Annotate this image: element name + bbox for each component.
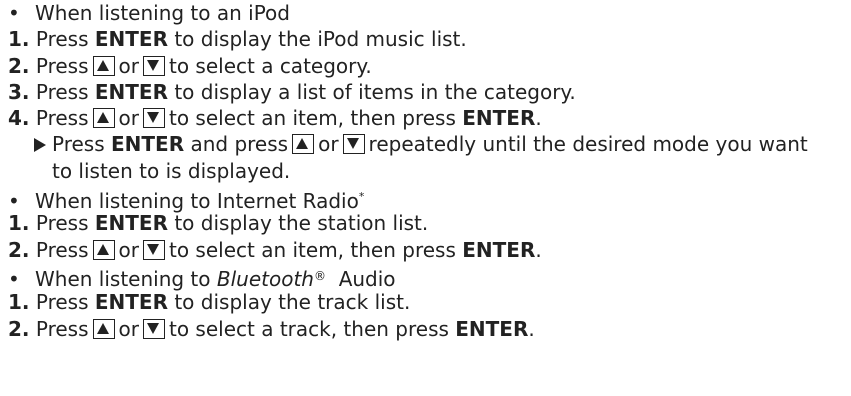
ipod-step-2: 2. Press or to select a category. [8,53,848,79]
step-number: 3. [8,79,30,104]
step-text: to select a track, then press [168,316,449,341]
step-number: 4. [8,106,30,131]
step-text: to select a category. [168,53,372,78]
note-text: Press [52,132,105,157]
radio-step-2: 2. Press or to select an item, then press … [8,237,848,263]
or-text: or [118,106,139,131]
ipod-note: Press ENTER and press or repeatedly until … [8,131,848,157]
bluetooth-step-1: 1. Press ENTER to display the track list… [8,289,848,315]
enter-key-label: ENTER [94,79,168,104]
bluetooth-step-2: 2. Press or to select a track, then press … [8,316,848,342]
step-end: . [535,106,542,131]
enter-key-label: ENTER [462,237,536,262]
step-number: 2. [8,237,30,262]
registered-mark: ® [313,268,326,283]
step-text: Press [35,27,89,52]
down-arrow-button-icon [142,55,165,76]
step-number: 2. [8,316,30,341]
right-triangle-pointer-icon [34,138,46,153]
step-text: to select an item, then press [168,237,456,262]
up-arrow-button-icon [92,108,115,129]
down-arrow-button-icon [142,108,165,129]
step-text: to display the iPod music list. [174,27,467,52]
down-arrow-button-icon [142,318,165,339]
step-text: to display a list of items in the catego… [174,79,576,104]
down-arrow-button-icon [342,134,365,155]
step-text: Press [35,79,89,104]
ipod-step-4: 4. Press or to select an item, then press … [8,105,848,131]
down-arrow-button-icon [142,239,165,260]
step-text: to select an item, then press [168,106,456,131]
step-number: 2. [8,53,30,78]
up-arrow-button-icon [292,134,315,155]
or-text: or [118,237,139,262]
up-arrow-button-icon [92,55,115,76]
step-text: Press [35,237,89,262]
enter-key-label: ENTER [111,132,185,157]
or-text: or [118,316,139,341]
heading-text: When listening to [35,266,211,291]
enter-key-label: ENTER [462,106,536,131]
enter-key-label: ENTER [94,211,168,236]
bluetooth-brand-text: Bluetooth [216,266,314,291]
step-text: Press [35,316,89,341]
step-end: . [535,237,542,262]
note-text: repeatedly until the desired mode you wa… [368,132,808,157]
step-text: Press [35,106,89,131]
step-text: Press [35,53,89,78]
step-number: 1. [8,27,30,52]
bullet: • [8,1,20,25]
section-heading-ipod: • When listening to an iPod [8,0,848,26]
step-number: 1. [8,211,30,236]
enter-key-label: ENTER [94,27,168,52]
asterisk-footnote-mark: * [358,190,365,204]
step-text: to display the track list. [174,290,411,315]
or-text: or [318,132,339,157]
up-arrow-button-icon [92,318,115,339]
section-heading-internet-radio: • When listening to Internet Radio* [8,184,848,213]
step-number: 1. [8,290,30,315]
ipod-step-3: 3. Press ENTER to display a list of item… [8,79,848,105]
section-heading-bluetooth: • When listening to Bluetooth® Audio [8,263,848,291]
step-end: . [528,316,535,341]
radio-step-1: 1. Press ENTER to display the station li… [8,210,848,236]
heading-text: Audio [338,266,396,291]
step-text: to display the station list. [174,211,429,236]
step-text: Press [35,211,89,236]
note-text: and press [190,132,289,157]
ipod-step-1: 1. Press ENTER to display the iPod music… [8,26,848,52]
instructions-document: • When listening to an iPod 1. Press ENTE… [8,0,848,342]
up-arrow-button-icon [92,239,115,260]
note-text: to listen to is displayed. [52,158,291,183]
ipod-note-continued: to listen to is displayed. [8,158,848,184]
enter-key-label: ENTER [94,290,168,315]
step-text: Press [35,290,89,315]
or-text: or [118,53,139,78]
heading-text: When listening to an iPod [35,1,290,25]
enter-key-label: ENTER [455,316,529,341]
